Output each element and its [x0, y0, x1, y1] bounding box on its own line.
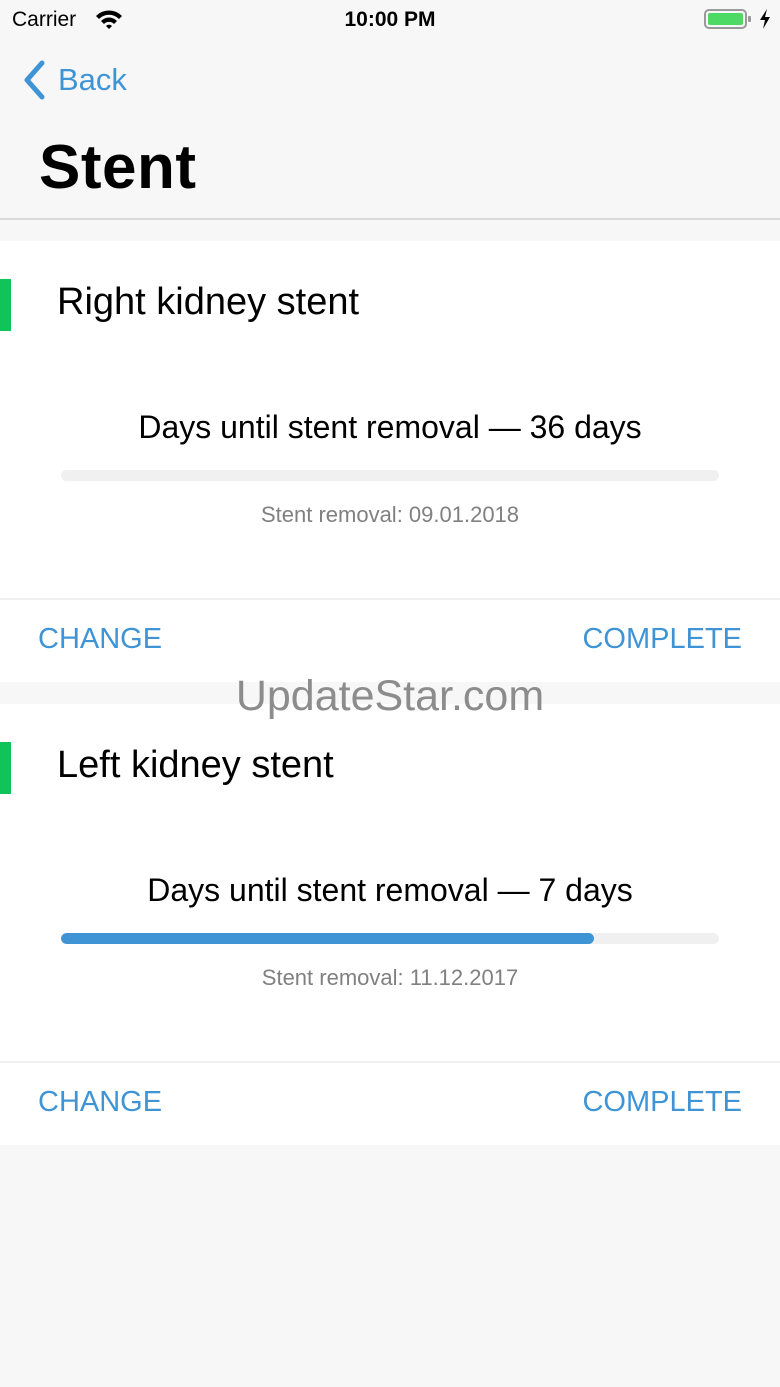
status-bar: Carrier 10:00 PM — [0, 0, 780, 40]
change-button[interactable]: CHANGE — [38, 1086, 162, 1119]
back-button[interactable]: Back — [22, 58, 127, 102]
back-label: Back — [58, 62, 127, 97]
stent-card: Right kidney stent Days until stent remo… — [0, 241, 780, 682]
removal-progress-bar — [61, 470, 719, 481]
days-until-removal: Days until stent removal — 36 days — [138, 409, 642, 445]
navigation-bar: Back Stent — [0, 40, 780, 220]
status-indicator — [0, 279, 11, 331]
charging-icon — [758, 8, 772, 30]
divider — [0, 1061, 780, 1063]
page-title: Stent — [39, 133, 197, 202]
days-until-removal: Days until stent removal — 7 days — [147, 872, 633, 908]
progress-fill — [61, 933, 594, 944]
battery-icon — [704, 8, 752, 30]
change-button[interactable]: CHANGE — [38, 623, 162, 656]
complete-button[interactable]: COMPLETE — [582, 1086, 742, 1119]
stent-card: Left kidney stent Days until stent remov… — [0, 704, 780, 1145]
removal-date: Stent removal: 09.01.2018 — [260, 502, 520, 527]
removal-date: Stent removal: 11.12.2017 — [261, 965, 519, 990]
status-time: 10:00 PM — [344, 8, 436, 31]
stent-name: Left kidney stent — [57, 744, 334, 786]
watermark-text: UpdateStar.com — [235, 672, 545, 720]
complete-button[interactable]: COMPLETE — [582, 623, 742, 656]
status-indicator — [0, 742, 11, 794]
stent-name: Right kidney stent — [57, 281, 360, 323]
removal-progress-bar — [61, 933, 719, 944]
chevron-left-icon — [24, 60, 45, 100]
divider — [0, 598, 780, 600]
